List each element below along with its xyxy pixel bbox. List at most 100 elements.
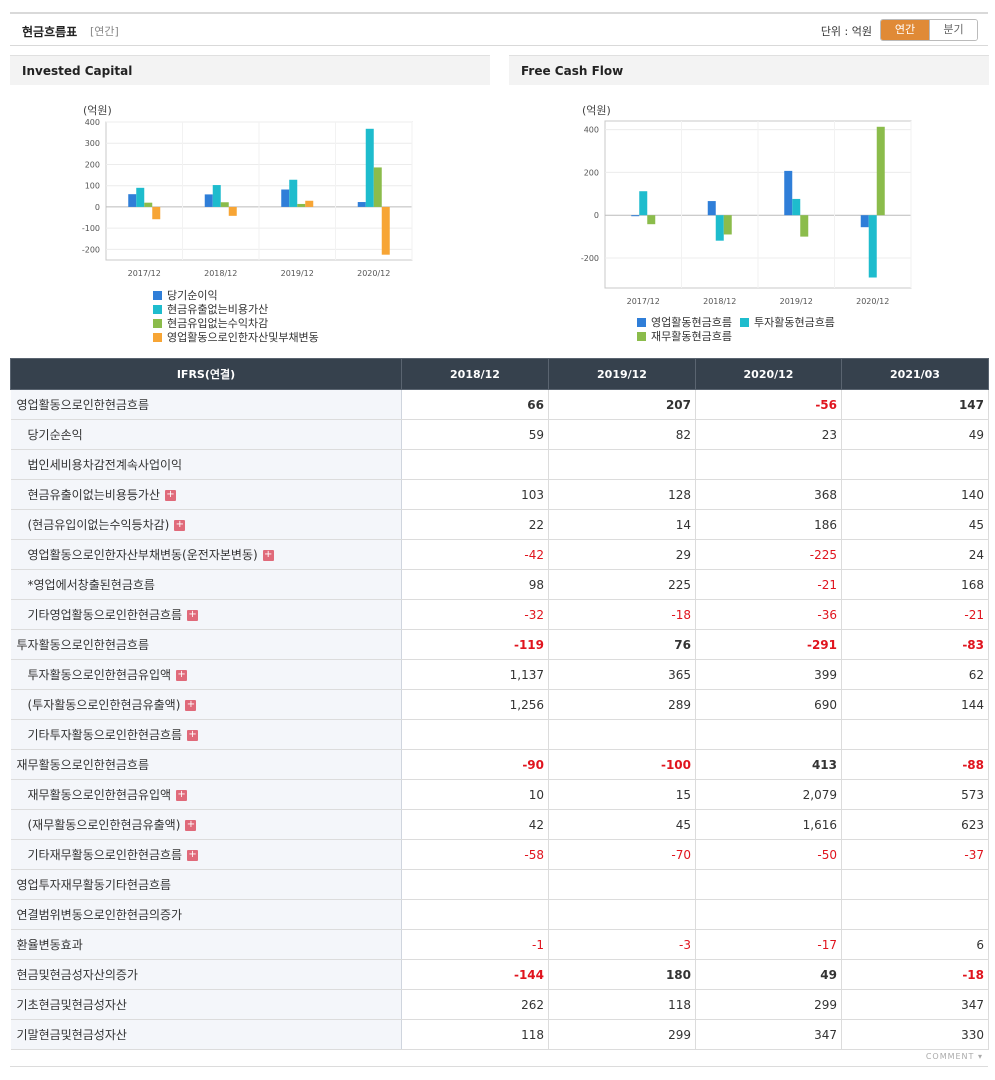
value-cell: -17: [695, 929, 842, 960]
x-tick-label: 2020/12: [357, 269, 390, 278]
expand-plus-icon[interactable]: +: [174, 520, 186, 531]
table-row: 투자활동으로인한현금유입액 +1,137 365 399 62: [10, 659, 989, 690]
x-tick-label: 2018/12: [703, 297, 736, 306]
bar: [357, 202, 366, 207]
table-row: 영업투자재무활동기타현금흐름: [10, 869, 989, 900]
bar: [228, 206, 237, 216]
value-cell: 186: [695, 509, 842, 540]
table-row: 법인세비용차감전계속사업이익: [10, 449, 989, 480]
row-label[interactable]: 기타재무활동으로인한현금흐름 +: [10, 839, 402, 870]
comment-toggle[interactable]: COMMENT ▾: [926, 1052, 983, 1061]
value-cell: 1,256: [401, 689, 549, 720]
table-row: 영업활동으로인한자산부채변동(운전자본변동) + -42 29 -225 24: [10, 539, 989, 570]
value-cell: -88: [841, 749, 989, 780]
value-cell: -100: [548, 749, 696, 780]
legend-swatch: [153, 304, 162, 314]
row-label[interactable]: (투자활동으로인한현금유출액) +: [10, 689, 402, 720]
legend-swatch: [153, 318, 162, 328]
legend-item: 영업활동현금흐름: [637, 315, 732, 329]
expand-plus-icon[interactable]: +: [164, 490, 176, 501]
annual-button[interactable]: 연간: [881, 20, 929, 40]
x-tick-label: 2019/12: [780, 297, 813, 306]
row-label: 환율변동효과: [10, 929, 402, 960]
value-cell: -37: [841, 839, 989, 870]
row-label-text: 기타재무활동으로인한현금흐름: [27, 848, 183, 862]
value-cell: 66: [401, 389, 549, 420]
y-tick-label: 100: [85, 182, 100, 191]
expand-plus-icon[interactable]: +: [185, 820, 197, 831]
value-cell: 2,079: [695, 779, 842, 810]
legend-label: 투자활동현금흐름: [753, 316, 835, 329]
row-label-text: 재무활동으로인한현금흐름: [16, 758, 149, 772]
chart-title: Invested Capital: [22, 64, 133, 78]
value-cell: [548, 899, 696, 930]
bar: [365, 128, 374, 207]
row-label: 기말현금및현금성자산: [10, 1019, 402, 1050]
bar: [144, 202, 153, 207]
row-label: 법인세비용차감전계속사업이익: [10, 449, 402, 480]
value-cell: 103: [401, 479, 549, 510]
expand-plus-icon[interactable]: +: [187, 730, 199, 741]
value-cell: -3: [548, 929, 696, 960]
value-cell: [841, 899, 989, 930]
value-cell: [548, 869, 696, 900]
y-tick-label: 200: [85, 160, 100, 169]
legend-label: 재무활동현금흐름: [651, 330, 732, 343]
chart-legend: 영업활동현금흐름 투자활동현금흐름재무활동현금흐름: [637, 315, 877, 343]
value-cell: 365: [548, 659, 696, 690]
value-cell: 1,137: [401, 659, 549, 690]
row-label[interactable]: 영업활동으로인한자산부채변동(운전자본변동) +: [10, 539, 402, 570]
value-cell: 14: [548, 509, 696, 540]
column-header: 2018/12: [401, 358, 549, 390]
value-cell: 690: [695, 689, 842, 720]
value-cell: -90: [401, 749, 549, 780]
legend-item: 영업활동으로인한자산및부채변동: [153, 330, 319, 344]
quarter-button[interactable]: 분기: [929, 20, 977, 40]
row-label[interactable]: (현금유입이없는수익등차감) +: [10, 509, 402, 540]
period-toggle: 연간 분기: [880, 19, 978, 41]
bar: [784, 170, 793, 216]
row-label[interactable]: 기타투자활동으로인한현금흐름 +: [10, 719, 402, 750]
row-label[interactable]: 재무활동으로인한현금유입액 +: [10, 779, 402, 810]
bar: [800, 215, 809, 237]
value-cell: 147: [841, 389, 989, 420]
y-tick-label: 400: [85, 118, 100, 127]
y-tick-label: -200: [82, 245, 100, 254]
value-cell: [695, 869, 842, 900]
value-cell: 289: [548, 689, 696, 720]
value-cell: -83: [841, 629, 989, 660]
bar: [297, 203, 306, 207]
value-cell: 118: [548, 989, 696, 1020]
expand-plus-icon[interactable]: +: [187, 610, 199, 621]
expand-plus-icon[interactable]: +: [187, 850, 199, 861]
row-label[interactable]: 기타영업활동으로인한현금흐름 +: [10, 599, 402, 630]
row-label-text: 재무활동으로인한현금유입액: [27, 788, 172, 802]
expand-plus-icon[interactable]: +: [176, 790, 188, 801]
row-label: 투자활동으로인한현금흐름: [10, 629, 402, 660]
y-tick-label: 200: [584, 168, 599, 177]
table-row: 재무활동으로인한현금흐름 -90 -100 413 -88: [10, 749, 989, 780]
expand-plus-icon[interactable]: +: [176, 670, 188, 681]
row-label: 기초현금및현금성자산: [10, 989, 402, 1020]
row-label[interactable]: 현금유출이없는비용등가산 +: [10, 479, 402, 510]
row-label: 연결범위변동으로인한현금의증가: [10, 899, 402, 930]
expand-plus-icon[interactable]: +: [185, 700, 197, 711]
legend-item: 당기순이익: [153, 288, 319, 302]
row-label-text: 영업투자재무활동기타현금흐름: [16, 878, 172, 892]
value-cell: [401, 449, 549, 480]
row-label[interactable]: (재무활동으로인한현금유출액) +: [10, 809, 402, 840]
legend-swatch: [637, 331, 646, 341]
row-label: 영업활동으로인한현금흐름: [10, 389, 402, 420]
y-tick-label: 0: [95, 203, 100, 212]
value-cell: 262: [401, 989, 549, 1020]
value-cell: 29: [548, 539, 696, 570]
table-header-row: IFRS(연결) 2018/12 2019/12 2020/12 2021/03: [10, 358, 989, 390]
value-cell: 347: [695, 1019, 842, 1050]
row-label: 현금및현금성자산의증가: [10, 959, 402, 990]
row-label-text: 투자활동으로인한현금유입액: [27, 668, 172, 682]
row-label[interactable]: 투자활동으로인한현금유입액 +: [10, 659, 402, 690]
expand-plus-icon[interactable]: +: [262, 550, 274, 561]
x-tick-label: 2017/12: [627, 297, 660, 306]
value-cell: 42: [401, 809, 549, 840]
x-tick-label: 2017/12: [128, 269, 161, 278]
